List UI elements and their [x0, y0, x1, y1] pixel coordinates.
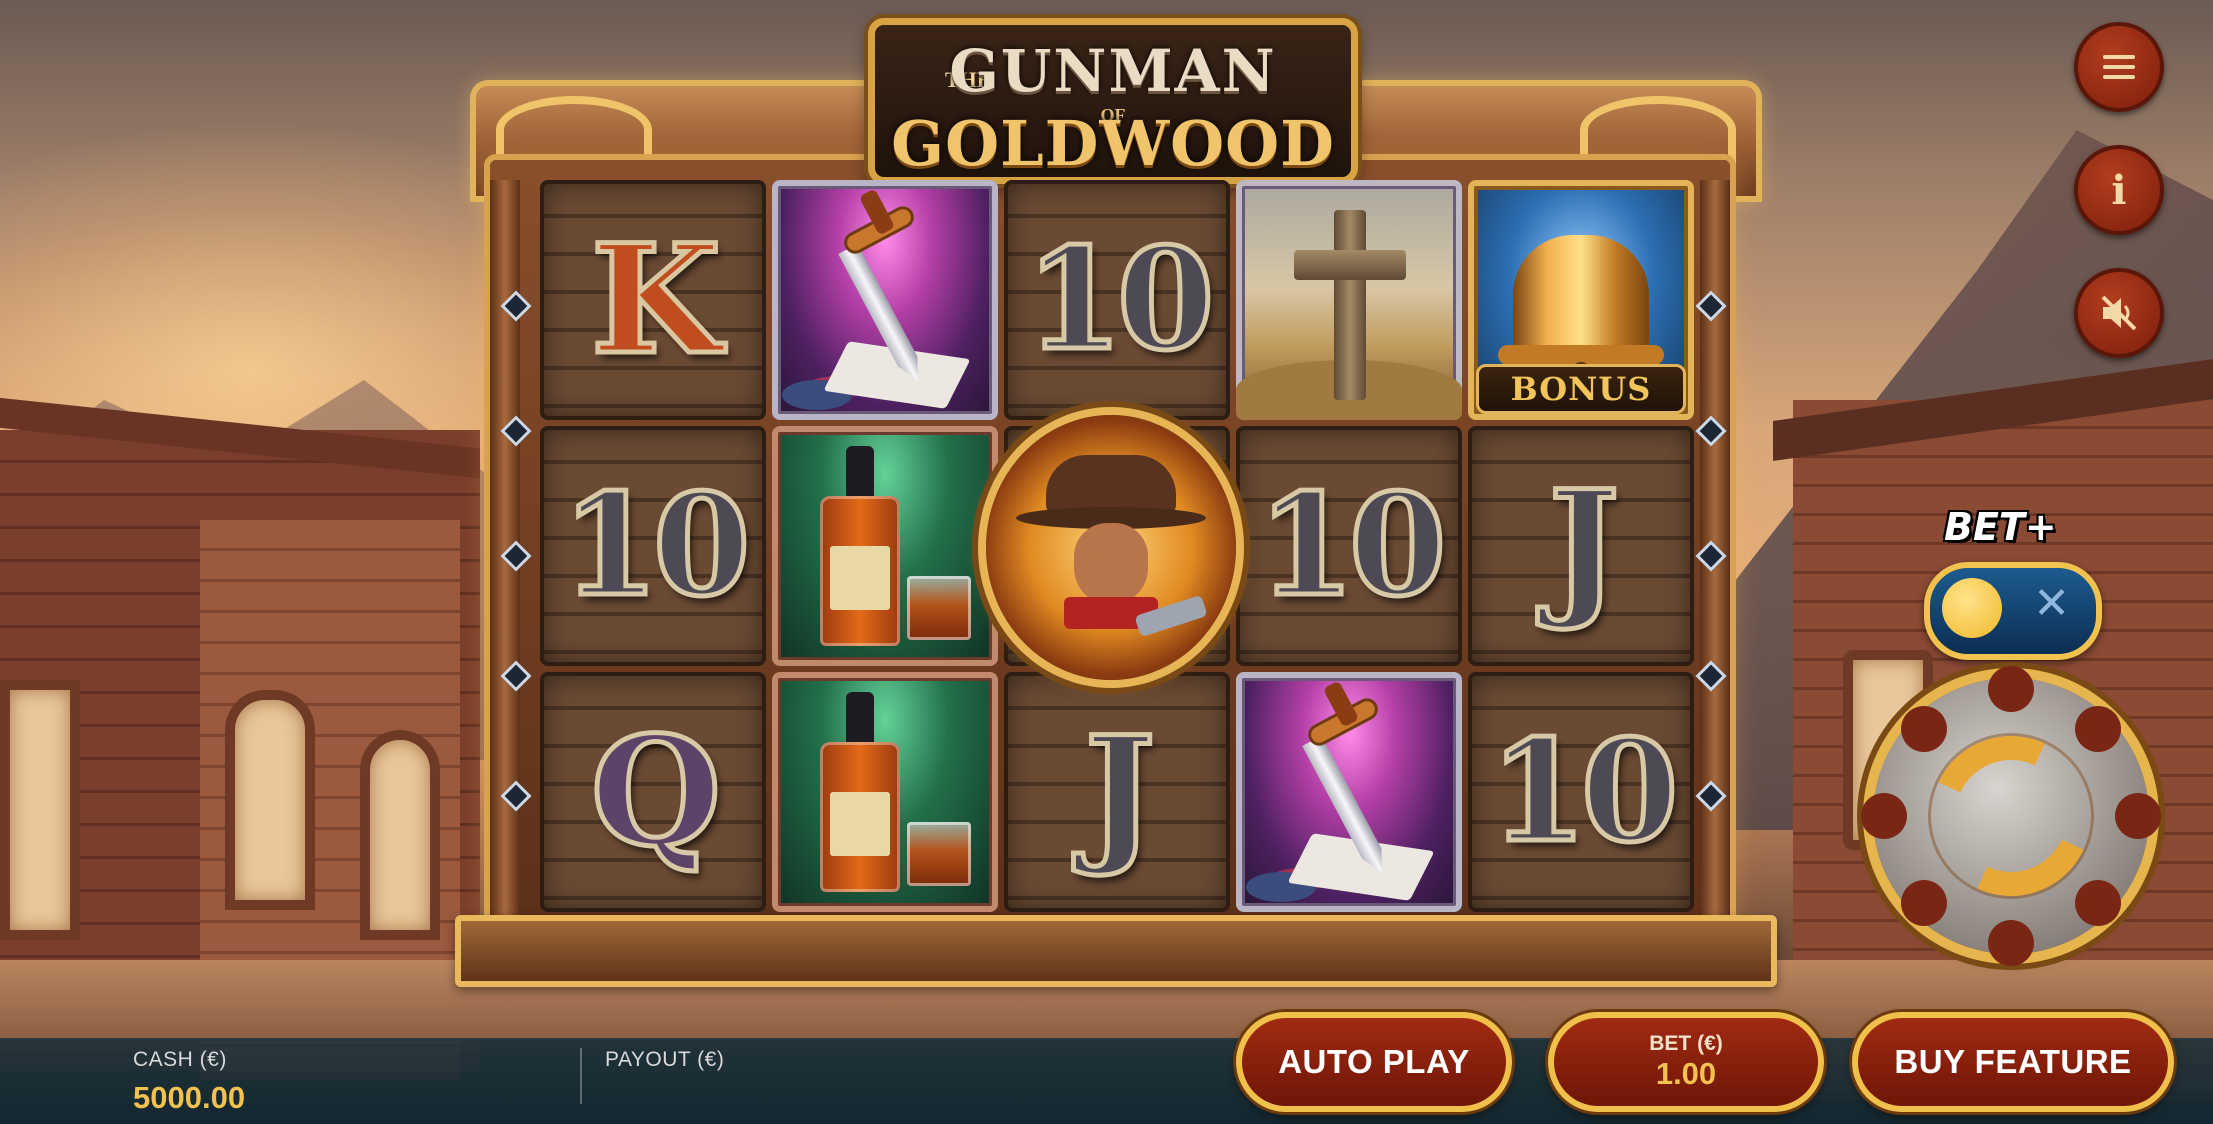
spin-notch [2075, 880, 2121, 926]
spin-notch [1901, 880, 1947, 926]
bet-value: 1.00 [1655, 1056, 1717, 1091]
payout-label: PAYOUT (€) [605, 1048, 725, 1071]
symbol-q: Q [540, 672, 766, 912]
info-icon: i [2111, 166, 2127, 214]
spin-notch [1988, 666, 2034, 712]
auto-play-label: AUTO PLAY [1278, 1043, 1470, 1080]
bottle-neck [846, 692, 874, 747]
symbol-cross [1236, 180, 1462, 420]
symbol-ten-glyph: 10 [1255, 462, 1449, 631]
symbol-dagger [772, 180, 998, 420]
logo-gunman: GUNMAN [949, 37, 1277, 105]
auto-play-button[interactable]: AUTO PLAY [1236, 1012, 1512, 1112]
cross-vertical [1334, 210, 1366, 400]
symbol-k-glyph: K [588, 210, 723, 391]
symbol-j: J [1468, 426, 1694, 666]
window-left-1 [225, 690, 315, 910]
symbol-whiskey [772, 426, 998, 666]
bet-button[interactable]: BET (€) 1.00 [1548, 1012, 1824, 1112]
hamburger-menu-icon [2103, 49, 2135, 85]
cash-label: CASH (€) [133, 1048, 227, 1071]
toggle-knob [1942, 578, 2002, 638]
symbol-ten-glyph: 10 [1487, 708, 1681, 877]
symbol-dagger [1236, 672, 1462, 912]
bar-divider [580, 1048, 582, 1104]
spin-notch [1861, 793, 1907, 839]
symbol-bonus-bell: BONUS [1468, 180, 1694, 420]
bottle-neck [846, 446, 874, 501]
symbol-j-glyph: J [1082, 702, 1158, 883]
bet-plus-toggle[interactable]: ✕ [1924, 562, 2102, 660]
symbol-whiskey [772, 672, 998, 912]
symbol-ten-glyph: 10 [1023, 216, 1217, 385]
symbol-q-glyph: Q [588, 702, 724, 883]
symbol-k: K [540, 180, 766, 420]
logo-goldwood: GOLDWOOD [891, 107, 1335, 180]
bonus-label: BONUS [1476, 364, 1686, 414]
bottle-label [830, 792, 890, 856]
symbol-gunman-wild [986, 415, 1236, 680]
reel-frame-bottom [455, 915, 1777, 987]
cash-value: 5000.00 [133, 1080, 246, 1115]
info-button[interactable]: i [2074, 145, 2164, 235]
close-icon: ✕ [2033, 578, 2070, 629]
game-logo: THE GUNMAN OF GOLDWOOD [868, 18, 1358, 184]
bet-label: BET (€) [1649, 1032, 1723, 1055]
spin-button[interactable] [1861, 666, 2161, 966]
gunman-face [1074, 523, 1148, 605]
symbol-ten: 10 [1468, 672, 1694, 912]
symbol-j: J [1004, 672, 1230, 912]
sound-muted-icon [2101, 295, 2137, 331]
spin-notch [2115, 793, 2161, 839]
sound-toggle-button[interactable] [2074, 268, 2164, 358]
symbol-ten-glyph: 10 [559, 462, 753, 631]
spin-notch [2075, 706, 2121, 752]
buy-feature-button[interactable]: BUY FEATURE [1852, 1012, 2174, 1112]
window-left-3 [0, 680, 80, 940]
spin-notch [1988, 920, 2034, 966]
cross-horizontal [1294, 250, 1406, 280]
cowboy-hat-icon [1046, 455, 1176, 515]
spin-notch [1901, 706, 1947, 752]
symbol-j-glyph: J [1546, 456, 1622, 637]
window-left-2 [360, 730, 440, 940]
whiskey-glass [907, 576, 971, 640]
bell-icon [1513, 235, 1649, 355]
menu-button[interactable] [2074, 22, 2164, 112]
symbol-ten: 10 [1236, 426, 1462, 666]
symbol-ten: 10 [1004, 180, 1230, 420]
whiskey-glass [907, 822, 971, 886]
bet-plus-label: BET+ [1944, 505, 2057, 549]
buy-feature-label: BUY FEATURE [1894, 1043, 2132, 1080]
bottle-label [830, 546, 890, 610]
symbol-ten: 10 [540, 426, 766, 666]
